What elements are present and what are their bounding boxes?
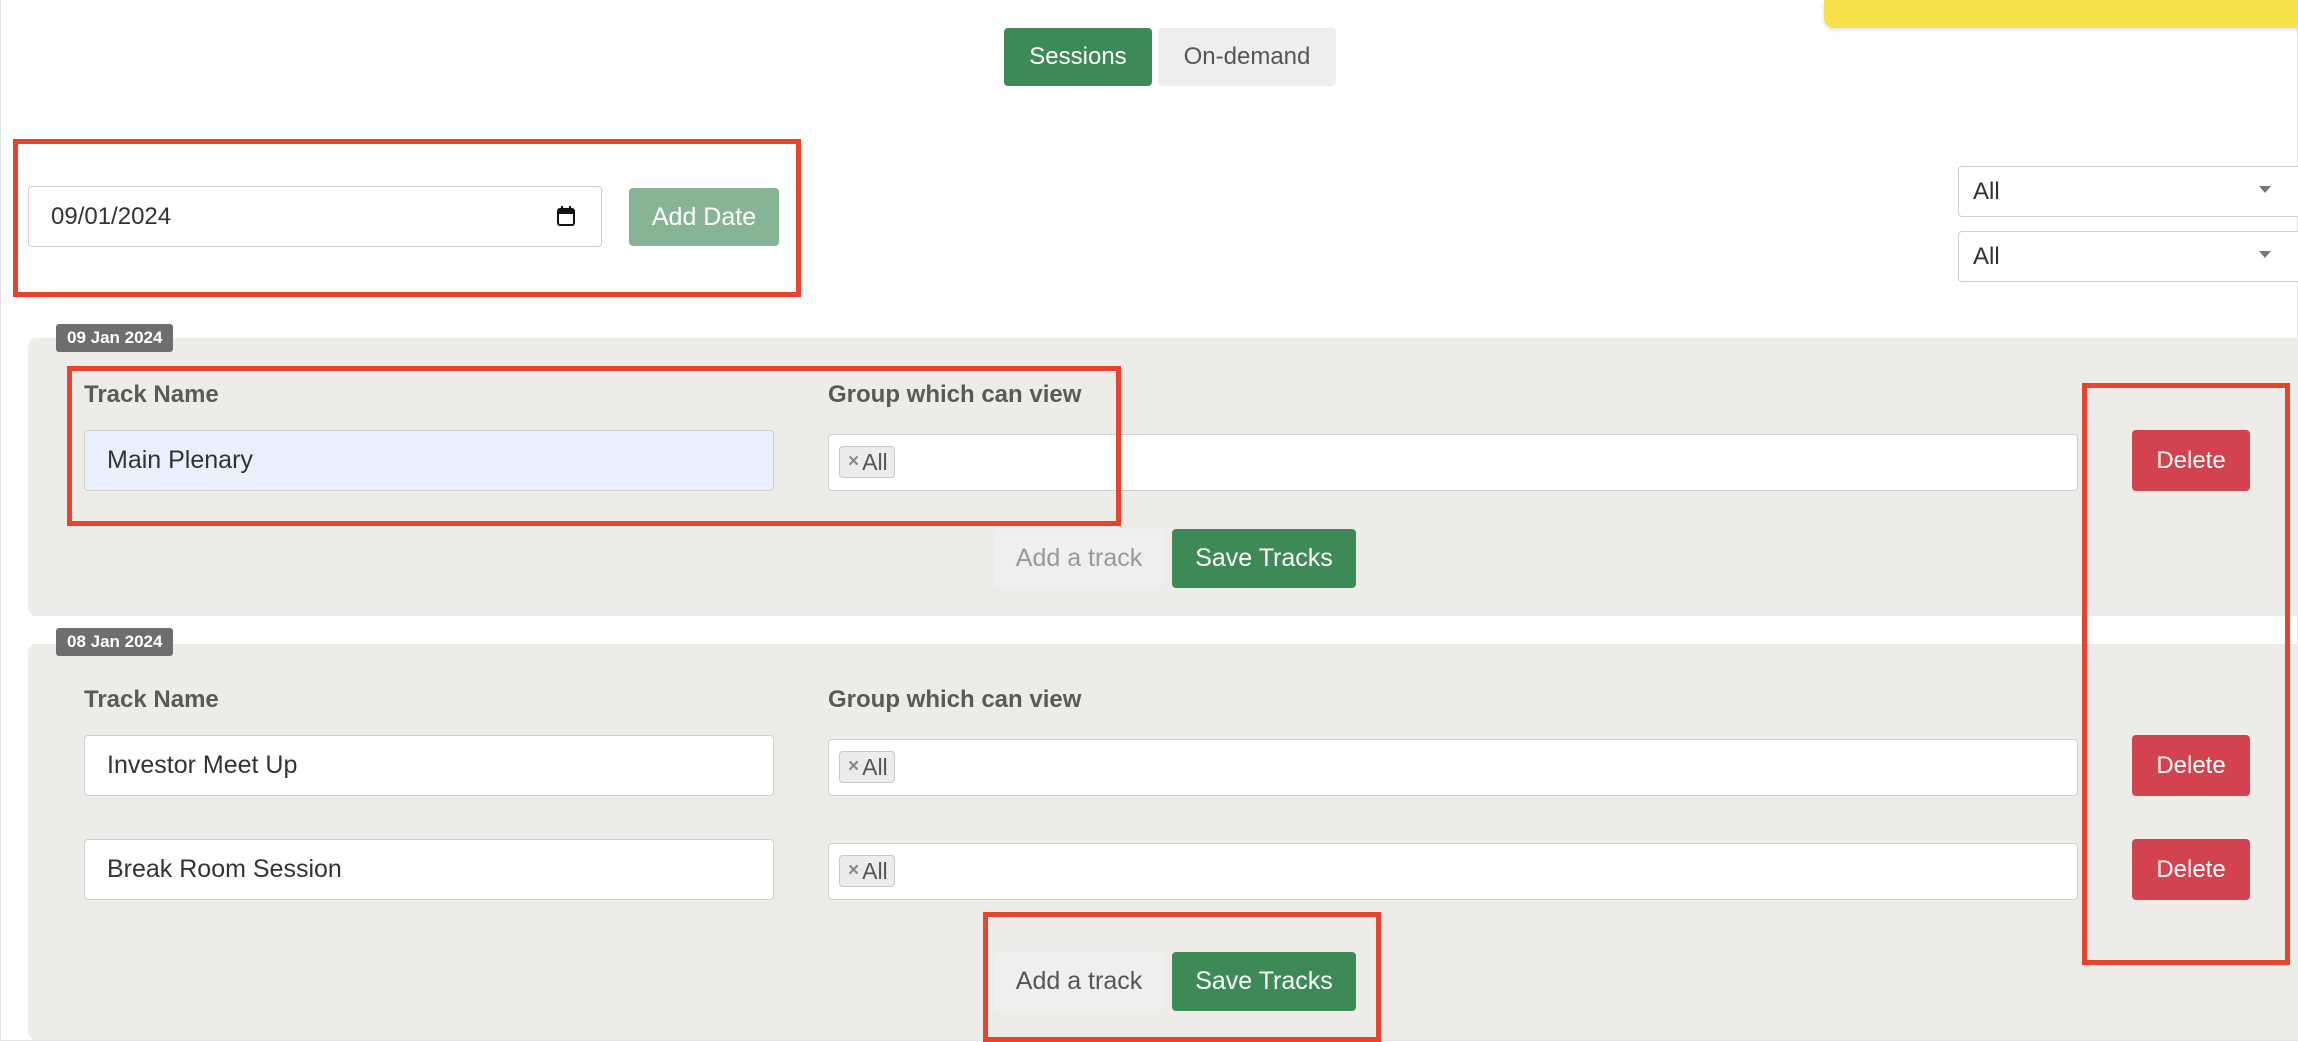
sessions-tab[interactable]: Sessions xyxy=(1004,28,1152,86)
filter-select-2[interactable]: All xyxy=(1958,231,2298,282)
track-name-header: Track Name xyxy=(84,686,219,713)
add-track-button[interactable]: Add a track xyxy=(994,529,1164,588)
date-badge: 09 Jan 2024 xyxy=(56,324,174,352)
save-tracks-button[interactable]: Save Tracks xyxy=(1172,529,1356,588)
filter-select-2-value: All xyxy=(1973,242,2000,270)
track-name-input[interactable]: Break Room Session xyxy=(84,839,774,900)
remove-tag-icon[interactable]: × xyxy=(848,860,859,882)
group-tag: × All xyxy=(839,751,895,783)
annotation-box-add-date xyxy=(13,139,801,297)
chevron-down-icon xyxy=(2259,186,2271,193)
group-tag-label: All xyxy=(862,857,888,884)
date-badge: 08 Jan 2024 xyxy=(56,628,174,656)
filter-select-1[interactable]: All xyxy=(1958,166,2298,217)
remove-tag-icon[interactable]: × xyxy=(848,756,859,778)
on-demand-tab[interactable]: On-demand xyxy=(1158,28,1336,86)
group-header: Group which can view xyxy=(828,686,1082,713)
track-name-input[interactable]: Investor Meet Up xyxy=(84,735,774,796)
group-select[interactable]: × All xyxy=(828,739,2078,796)
yellow-corner-tab[interactable] xyxy=(1824,0,2298,28)
filter-select-1-value: All xyxy=(1973,177,2000,205)
group-tag-label: All xyxy=(862,753,888,780)
annotation-box-track-actions xyxy=(983,912,1381,1042)
annotation-box-delete-column xyxy=(2082,383,2290,965)
annotation-box-track-row xyxy=(67,366,1121,526)
track-name-value: Break Room Session xyxy=(107,855,342,883)
track-name-value: Investor Meet Up xyxy=(107,751,298,779)
group-tag: × All xyxy=(839,855,895,887)
group-select[interactable]: × All xyxy=(828,843,2078,900)
chevron-down-icon xyxy=(2259,251,2271,258)
